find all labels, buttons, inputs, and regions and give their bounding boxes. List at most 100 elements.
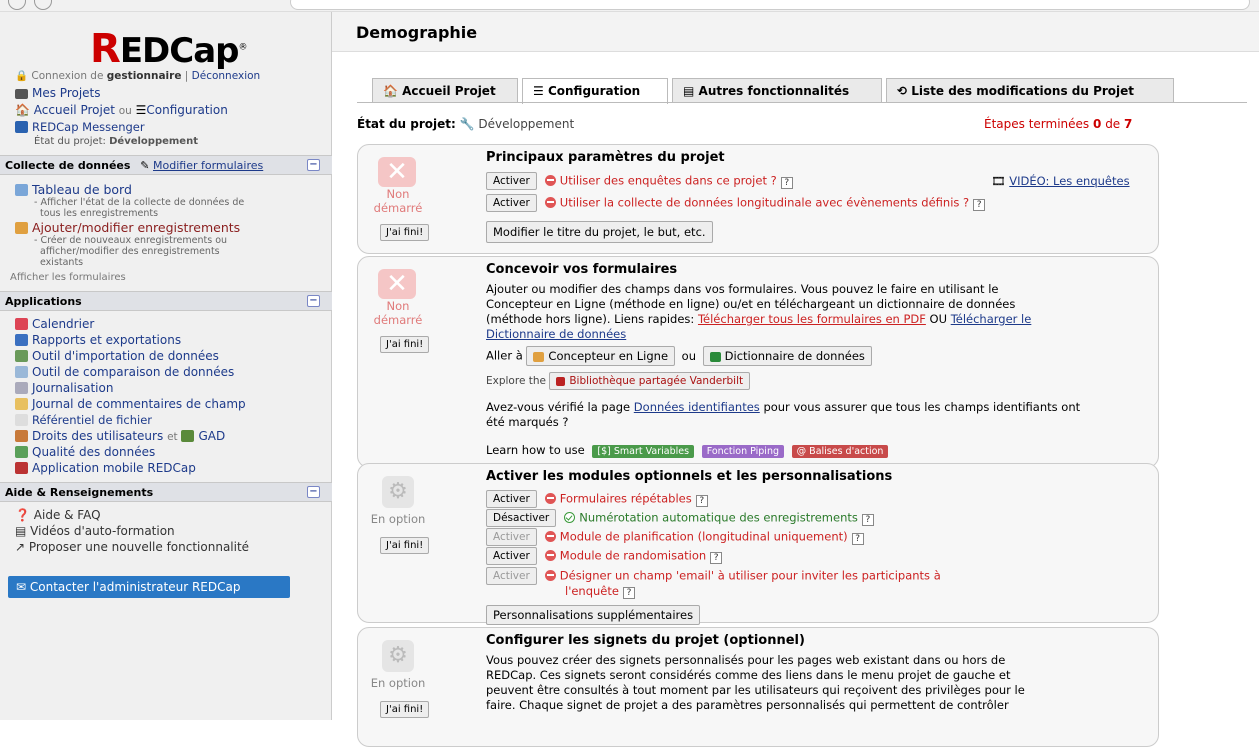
- data-dictionary-button[interactable]: Dictionnaire de données: [702, 346, 872, 366]
- dag-icon: [181, 430, 195, 442]
- minus-circle-icon: [544, 196, 556, 208]
- project-home-link[interactable]: Accueil Projet: [34, 103, 115, 117]
- app-item-mobile-app[interactable]: Application mobile REDCap: [15, 461, 196, 475]
- app-item-reports[interactable]: Rapports et exportations: [15, 333, 181, 347]
- help-icon[interactable]: ?: [780, 176, 793, 189]
- library-icon: [556, 377, 566, 386]
- comment-icon: [15, 398, 28, 410]
- identifiers-text: Avez-vous vérifié la page Données identi…: [486, 400, 1081, 429]
- app-item-file-repository[interactable]: Référentiel de fichier: [15, 413, 152, 427]
- messenger-link[interactable]: REDCap Messenger: [15, 120, 145, 134]
- log-icon: [15, 382, 28, 394]
- dashboard-desc: - Afficher l'état de la collecte de donn…: [34, 197, 245, 219]
- sidebar: REDCap® 🔒 Connexion de gestionnaire | Dé…: [0, 12, 332, 720]
- done-button[interactable]: J'ai fini!: [380, 224, 430, 241]
- add-edit-records-link[interactable]: Ajouter/modifier enregistrements: [15, 220, 240, 235]
- tab-project-home[interactable]: 🏠 Accueil Projet: [372, 78, 518, 103]
- piping-button[interactable]: Fonction Piping: [701, 445, 784, 458]
- enable-randomization-button[interactable]: Activer: [486, 547, 537, 565]
- box-icon: ▤: [683, 84, 695, 98]
- online-designer-button[interactable]: Concepteur en Ligne: [526, 346, 676, 366]
- tab-divider: [357, 102, 1247, 103]
- project-state: État du projet: Développement: [34, 136, 198, 147]
- tab-configuration[interactable]: ☰ Configuration: [522, 78, 668, 104]
- user-rights-link[interactable]: Droits des utilisateurs: [32, 429, 163, 443]
- import-icon: [15, 350, 28, 362]
- app-item-import[interactable]: Outil d'importation de données: [15, 349, 219, 363]
- contact-admin-button[interactable]: ✉ Contacter l'administrateur REDCap: [8, 576, 290, 598]
- minus-circle-icon: [544, 549, 556, 561]
- list-icon: ☰: [533, 84, 544, 98]
- action-tags-button[interactable]: @ Balises d'action: [791, 445, 889, 458]
- section-help: Aide & Renseignements −: [0, 482, 332, 502]
- app-item-calendar[interactable]: Calendrier: [15, 317, 94, 331]
- longitudinal-row: Activer Utiliser la collecte de données l…: [486, 194, 986, 212]
- address-bar[interactable]: [290, 0, 1250, 10]
- back-icon[interactable]: [8, 0, 26, 10]
- bookmarks-box: ⚙ En option J'ai fini! Configurer les si…: [357, 627, 1159, 747]
- app-item-compare[interactable]: Outil de comparaison de données: [15, 365, 234, 379]
- download-pdf-link[interactable]: Télécharger tous les formulaires en PDF: [698, 312, 926, 326]
- video-icon: ▤: [15, 524, 27, 538]
- videos-link[interactable]: ▤ Vidéos d'auto-formation: [15, 524, 175, 538]
- enable-longitudinal-button[interactable]: Activer: [486, 194, 537, 212]
- enable-repeatable-button[interactable]: Activer: [486, 490, 537, 508]
- custom-row: Personnalisations supplémentaires: [486, 605, 701, 625]
- app-item-data-quality[interactable]: Qualité des données: [15, 445, 155, 459]
- configuration-link[interactable]: Configuration: [146, 103, 227, 117]
- dashboard-link[interactable]: Tableau de bord: [15, 182, 132, 197]
- done-button[interactable]: J'ai fini!: [380, 701, 430, 718]
- done-button[interactable]: J'ai fini!: [380, 336, 430, 353]
- status-not-started: Non démarré: [373, 299, 423, 327]
- identifiers-link[interactable]: Données identifiantes: [634, 400, 760, 414]
- my-projects-link[interactable]: Mes Projets: [15, 86, 101, 100]
- enable-email-field-button[interactable]: Activer: [486, 567, 537, 585]
- forward-icon[interactable]: [34, 0, 52, 10]
- tab-change-log[interactable]: ⟲ Liste des modifications du Projet: [886, 78, 1174, 103]
- gear-icon: ⚙: [382, 640, 414, 672]
- smart-variables-button[interactable]: [$] Smart Variables: [592, 445, 695, 458]
- collapse-icon[interactable]: −: [307, 486, 320, 498]
- done-button[interactable]: J'ai fini!: [380, 537, 430, 554]
- video-surveys-link[interactable]: 🎞 VIDÉO: Les enquêtes: [991, 174, 1130, 188]
- download-dictionary-link[interactable]: Télécharger le: [951, 312, 1032, 326]
- dag-link[interactable]: GAD: [198, 429, 225, 443]
- minus-circle-icon: [544, 174, 556, 186]
- minus-circle-icon: [544, 530, 556, 542]
- envelope-icon: ✉: [16, 580, 27, 594]
- help-faq-link[interactable]: ❓ Aide & FAQ: [15, 508, 101, 522]
- enable-surveys-button[interactable]: Activer: [486, 172, 537, 190]
- excel-icon: [709, 352, 721, 362]
- enable-scheduling-button[interactable]: Activer: [486, 528, 537, 546]
- disable-auto-numbering-button[interactable]: Désactiver: [486, 509, 557, 527]
- collapse-icon[interactable]: −: [307, 159, 320, 171]
- status-optional: En option: [370, 512, 426, 526]
- app-item-user-rights: Droits des utilisateurs et GAD: [15, 429, 225, 443]
- help-icon[interactable]: ?: [851, 532, 864, 545]
- help-icon[interactable]: ?: [622, 587, 635, 599]
- scheduling-row: Activer Module de planification (longitud…: [486, 528, 864, 546]
- modify-project-title-button[interactable]: Modifier le titre du projet, le but, etc…: [486, 221, 713, 243]
- main-content: Demographie 🏠 Accueil Projet ☰ Configura…: [332, 12, 1259, 747]
- additional-customizations-button[interactable]: Personnalisations supplémentaires: [486, 605, 701, 625]
- list-icon: [15, 89, 28, 99]
- tab-other-features[interactable]: ▤ Autres fonctionnalités: [672, 78, 882, 103]
- section-applications: Applications −: [0, 291, 332, 311]
- shared-library-button[interactable]: Bibliothèque partagée Vanderbilt: [549, 372, 751, 390]
- edit-records-icon: [15, 222, 28, 234]
- logout-link[interactable]: Déconnexion: [192, 70, 261, 82]
- show-forms-link[interactable]: Afficher les formulaires: [10, 272, 126, 283]
- help-icon[interactable]: ?: [695, 494, 708, 507]
- help-icon[interactable]: ?: [973, 198, 986, 211]
- app-item-field-comments[interactable]: Journal de commentaires de champ: [15, 397, 246, 411]
- repeatable-forms-row: Activer Formulaires répétables?: [486, 490, 708, 508]
- app-item-logging[interactable]: Journalisation: [15, 381, 113, 395]
- help-icon[interactable]: ?: [861, 513, 874, 526]
- modify-forms-link[interactable]: Modifier formulaires: [153, 159, 263, 172]
- design-forms-box: ✕ Non démarré J'ai fini! Concevoir vos fo…: [357, 256, 1159, 468]
- collapse-icon[interactable]: −: [307, 295, 320, 307]
- help-icon[interactable]: ?: [710, 551, 723, 564]
- suggest-feature-link[interactable]: ↗ Proposer une nouvelle fonctionnalité: [15, 540, 249, 554]
- download-dictionary-link-cont[interactable]: Dictionnaire de données: [486, 327, 626, 341]
- messenger-icon: [15, 121, 28, 133]
